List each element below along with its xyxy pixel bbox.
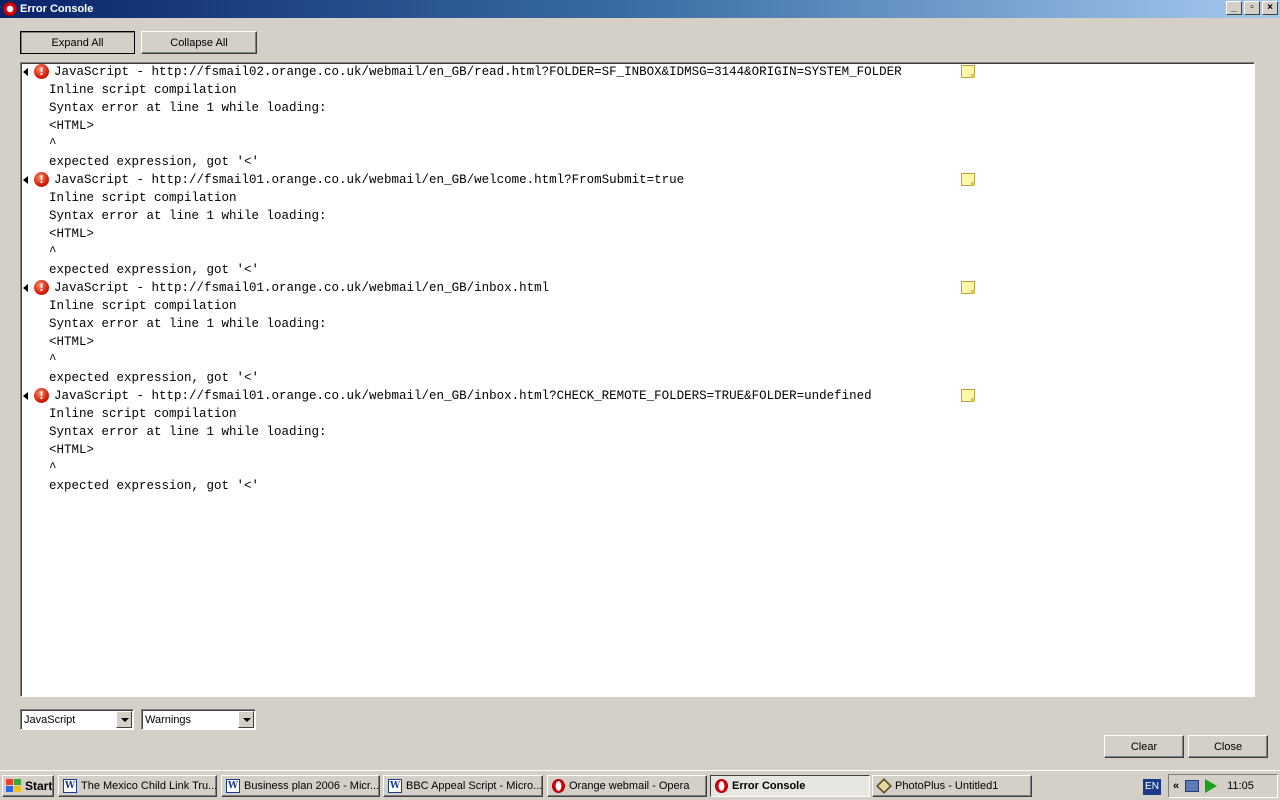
note-icon[interactable] [961, 281, 975, 294]
taskbar-item[interactable]: Orange webmail - Opera [547, 775, 707, 797]
collapse-toggle-icon[interactable] [23, 176, 28, 184]
console-entry: ! JavaScript - http://fsmail01.orange.co.… [21, 387, 1254, 495]
language-indicator[interactable]: EN [1143, 779, 1161, 795]
close-window-button[interactable]: × [1262, 1, 1278, 15]
note-icon[interactable] [961, 389, 975, 402]
taskbar-item-label: Orange webmail - Opera [569, 780, 690, 792]
entry-detail-line: expected expression, got '<' [49, 263, 260, 277]
console-entry-header[interactable]: ! JavaScript - http://fsmail01.orange.co.… [21, 171, 1254, 189]
opera-icon [3, 2, 17, 16]
entry-detail-line: Syntax error at line 1 while loading: [49, 209, 327, 223]
close-button[interactable]: Close [1188, 735, 1268, 758]
entry-detail-line: <HTML> [49, 443, 95, 457]
expand-all-button[interactable]: Expand All [20, 31, 135, 54]
photoplus-icon [876, 778, 892, 794]
tray-expand-chevron[interactable]: « [1173, 780, 1179, 792]
entry-title: JavaScript - http://fsmail01.orange.co.u… [54, 389, 872, 403]
word-icon: W [226, 779, 240, 793]
play-icon[interactable] [1205, 779, 1218, 793]
chevron-down-icon[interactable] [116, 711, 132, 728]
collapse-toggle-icon[interactable] [23, 392, 28, 400]
network-icon[interactable] [1185, 780, 1200, 792]
entry-title: JavaScript - http://fsmail02.orange.co.u… [54, 65, 902, 79]
taskbar-item-label: Error Console [732, 780, 806, 792]
console-entry-header[interactable]: ! JavaScript - http://fsmail01.orange.co.… [21, 279, 1254, 297]
taskbar-item-label: The Mexico Child Link Tru... [81, 780, 217, 792]
console-entry: ! JavaScript - http://fsmail02.orange.co.… [21, 63, 1254, 171]
note-icon[interactable] [961, 173, 975, 186]
error-icon: ! [34, 172, 49, 187]
entry-detail-line: <HTML> [49, 335, 95, 349]
start-label: Start [25, 779, 53, 793]
title-bar[interactable]: Error Console _ ▫ × [0, 0, 1280, 18]
taskbar: Start W The Mexico Child Link Tru... W Busi… [0, 770, 1280, 800]
taskbar-item[interactable]: PhotoPlus - Untitled1 [872, 775, 1032, 797]
source-filter-select[interactable]: JavaScript [20, 709, 134, 730]
collapse-toggle-icon[interactable] [23, 284, 28, 292]
restore-button[interactable]: ▫ [1244, 1, 1260, 15]
entry-detail-line: ^ [49, 353, 57, 367]
note-icon[interactable] [961, 65, 975, 78]
taskbar-item-label: Business plan 2006 - Micr... [244, 780, 380, 792]
severity-filter-value: Warnings [145, 713, 192, 726]
console-entry-header[interactable]: ! JavaScript - http://fsmail02.orange.co.… [21, 63, 1254, 81]
entry-detail-line: Inline script compilation [49, 83, 237, 97]
error-console-list[interactable]: ! JavaScript - http://fsmail02.orange.co.… [20, 62, 1255, 697]
word-icon: W [388, 779, 402, 793]
taskbar-item-label: PhotoPlus - Untitled1 [895, 780, 999, 792]
word-icon: W [63, 779, 77, 793]
error-icon: ! [34, 64, 49, 79]
entry-detail-line: expected expression, got '<' [49, 371, 260, 385]
entry-detail-line: ^ [49, 137, 57, 151]
entry-detail-line: expected expression, got '<' [49, 479, 260, 493]
system-tray: « 11:05 [1168, 774, 1278, 798]
entry-detail-line: Inline script compilation [49, 407, 237, 421]
windows-logo-icon [6, 779, 22, 793]
taskbar-item[interactable]: Error Console [710, 775, 870, 797]
severity-filter-select[interactable]: Warnings [141, 709, 256, 730]
entry-detail-line: Inline script compilation [49, 191, 237, 205]
opera-icon [552, 779, 565, 793]
entry-detail-line: Inline script compilation [49, 299, 237, 313]
entry-detail-line: Syntax error at line 1 while loading: [49, 425, 327, 439]
console-entry: ! JavaScript - http://fsmail01.orange.co.… [21, 279, 1254, 387]
error-icon: ! [34, 280, 49, 295]
entry-detail-line: <HTML> [49, 119, 95, 133]
console-entry-header[interactable]: ! JavaScript - http://fsmail01.orange.co.… [21, 387, 1254, 405]
entry-detail-line: Syntax error at line 1 while loading: [49, 317, 327, 331]
taskbar-item[interactable]: W Business plan 2006 - Micr... [221, 775, 380, 797]
start-button[interactable]: Start [2, 775, 54, 797]
clear-button[interactable]: Clear [1104, 735, 1184, 758]
source-filter-value: JavaScript [24, 713, 76, 726]
entry-detail-line: ^ [49, 245, 57, 259]
clock[interactable]: 11:05 [1227, 780, 1254, 792]
opera-icon [715, 779, 728, 793]
entry-detail-line: <HTML> [49, 227, 95, 241]
window-title: Error Console [20, 3, 94, 15]
console-entry: ! JavaScript - http://fsmail01.orange.co.… [21, 171, 1254, 279]
taskbar-item-label: BBC Appeal Script - Micro... [406, 780, 543, 792]
taskbar-item[interactable]: W BBC Appeal Script - Micro... [383, 775, 543, 797]
error-icon: ! [34, 388, 49, 403]
taskbar-item[interactable]: W The Mexico Child Link Tru... [58, 775, 217, 797]
collapse-toggle-icon[interactable] [23, 68, 28, 76]
entry-title: JavaScript - http://fsmail01.orange.co.u… [54, 173, 685, 187]
entry-detail-line: ^ [49, 461, 57, 475]
collapse-all-button[interactable]: Collapse All [141, 31, 257, 54]
entry-detail-line: Syntax error at line 1 while loading: [49, 101, 327, 115]
chevron-down-icon[interactable] [238, 711, 254, 728]
entry-title: JavaScript - http://fsmail01.orange.co.u… [54, 281, 550, 295]
minimize-button[interactable]: _ [1226, 1, 1242, 15]
entry-detail-line: expected expression, got '<' [49, 155, 260, 169]
